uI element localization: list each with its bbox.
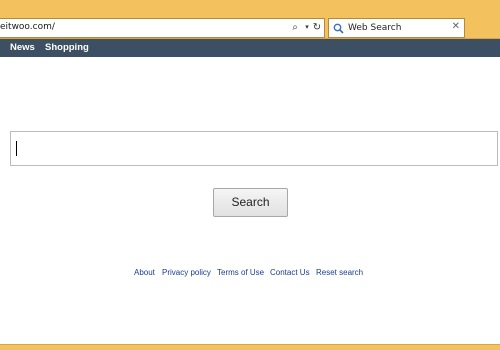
search-button[interactable]: Search bbox=[213, 188, 288, 217]
browser-toolbar: eitwoo.com/ ⌕ ▾ ↻ Web Search ✕ bbox=[0, 0, 500, 39]
search-provider-icon bbox=[333, 23, 344, 34]
browser-search-placeholder[interactable]: Web Search bbox=[348, 23, 401, 33]
footer-link-contact-us[interactable]: Contact Us bbox=[270, 268, 310, 277]
footer-link-privacy-policy[interactable]: Privacy policy bbox=[162, 268, 211, 277]
address-text[interactable]: eitwoo.com/ bbox=[0, 22, 55, 32]
magnifier-icon[interactable]: ⌕ bbox=[289, 21, 301, 35]
browser-status-bar bbox=[0, 344, 500, 350]
address-bar[interactable]: eitwoo.com/ ⌕ ▾ ↻ bbox=[0, 18, 325, 38]
footer-link-about[interactable]: About bbox=[134, 268, 155, 277]
search-input[interactable] bbox=[10, 131, 498, 166]
top-navigation: News Shopping bbox=[0, 39, 500, 57]
text-caret bbox=[16, 141, 17, 156]
nav-item-news[interactable]: News bbox=[10, 42, 35, 53]
browser-search-box[interactable]: Web Search ✕ bbox=[328, 18, 465, 38]
nav-item-shopping[interactable]: Shopping bbox=[45, 42, 89, 53]
refresh-icon[interactable]: ↻ bbox=[311, 21, 323, 35]
footer-link-reset-search[interactable]: Reset search bbox=[316, 268, 363, 277]
footer-link-terms-of-use[interactable]: Terms of Use bbox=[217, 268, 264, 277]
close-icon[interactable]: ✕ bbox=[452, 21, 460, 32]
